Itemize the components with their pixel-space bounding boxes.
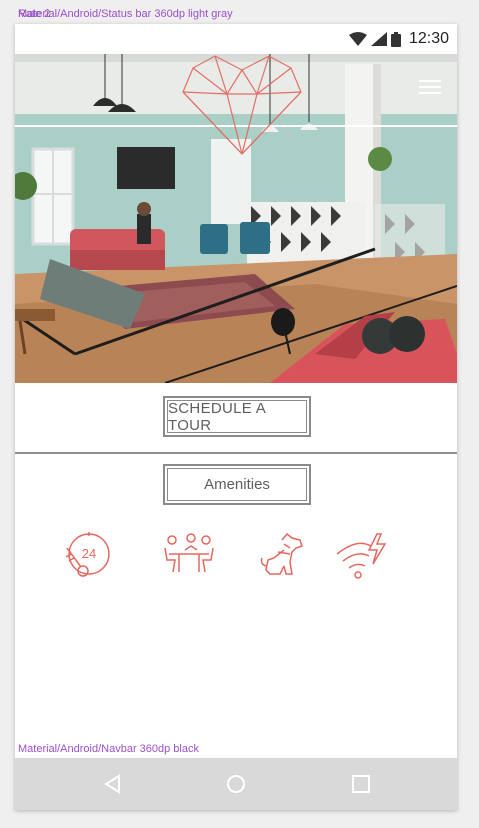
section-divider bbox=[15, 452, 457, 454]
amenities-button[interactable]: Amenities bbox=[163, 464, 311, 505]
wifi-icon bbox=[348, 32, 367, 46]
battery-icon bbox=[390, 31, 401, 47]
status-bar: 12:30 bbox=[15, 24, 457, 54]
schedule-tour-button[interactable]: SCHEDULE A TOUR bbox=[163, 396, 311, 437]
overlapping-frame-label: Rate 2 bbox=[18, 8, 51, 20]
amenities-label: Amenities bbox=[167, 468, 307, 501]
loft-lounge-photo bbox=[15, 54, 457, 383]
frame-annotation-label: Rate 2 Material/Android/Status bar 360dp… bbox=[18, 8, 233, 20]
signal-icon bbox=[370, 32, 387, 46]
high-speed-wifi-icon[interactable] bbox=[333, 530, 389, 580]
home-icon[interactable] bbox=[226, 774, 246, 794]
24-hour-key-access-icon[interactable]: 24 bbox=[61, 530, 117, 580]
back-icon[interactable] bbox=[103, 774, 123, 794]
svg-text:24: 24 bbox=[82, 546, 96, 561]
recents-icon[interactable] bbox=[351, 774, 371, 794]
status-icons bbox=[348, 31, 401, 47]
coworking-lounge-icon[interactable] bbox=[161, 530, 217, 580]
hero-image bbox=[15, 54, 457, 383]
phone-screen: 12:30 SCHEDULE A TOUR Amenities 24 Mater… bbox=[15, 24, 457, 810]
navbar-frame-label: Material/Android/Navbar 360dp black bbox=[18, 743, 199, 755]
hamburger-menu-icon[interactable] bbox=[419, 80, 441, 96]
pet-friendly-dog-icon[interactable] bbox=[256, 530, 312, 580]
status-time: 12:30 bbox=[408, 30, 449, 47]
schedule-tour-label: SCHEDULE A TOUR bbox=[167, 400, 307, 434]
android-navbar bbox=[15, 758, 457, 810]
